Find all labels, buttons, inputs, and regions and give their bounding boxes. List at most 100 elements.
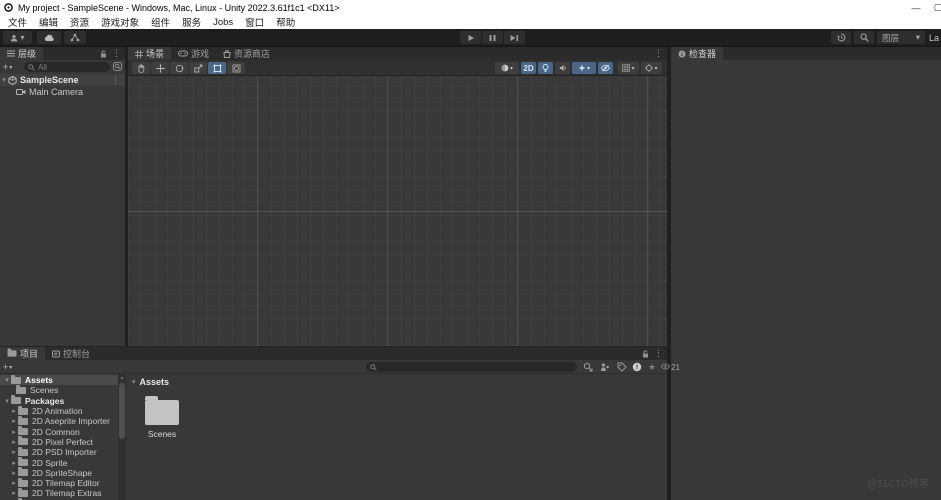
caret-right-icon[interactable]: ▸ [10, 489, 18, 497]
tree-item-package[interactable]: ▸ 2D SpriteShape [0, 467, 118, 478]
tab-asset-store[interactable]: 资源商店 [216, 47, 277, 60]
search-icon [859, 33, 869, 42]
menu-component[interactable]: 组件 [145, 15, 176, 29]
view-hand-tool[interactable] [132, 62, 150, 74]
version-control-button[interactable] [64, 31, 86, 44]
menu-window[interactable]: 窗口 [239, 15, 270, 29]
account-dropdown[interactable]: ▾ [3, 31, 32, 44]
menu-jobs[interactable]: Jobs [207, 17, 239, 28]
scrollbar-thumb[interactable] [119, 383, 125, 439]
project-search-input[interactable] [366, 362, 577, 372]
grid-visibility-dropdown[interactable]: ▾ [618, 62, 639, 74]
undo-history-button[interactable] [831, 31, 851, 44]
folder-icon [18, 405, 28, 415]
layers-dropdown[interactable]: 图层 ▾ [877, 31, 925, 44]
tree-item-assets[interactable]: ▾ Assets [0, 374, 118, 386]
filter-by-type-icon[interactable] [600, 362, 610, 372]
kebab-menu-icon[interactable]: ⋮ [654, 349, 663, 358]
effects-dropdown[interactable]: ▾ [572, 62, 596, 74]
tree-item-package[interactable]: ▸ 2D Aseprite Importer [0, 415, 118, 426]
tab-project[interactable]: 项目 [0, 347, 46, 360]
tree-item-package[interactable]: ▸ 2D Tilemap Editor [0, 477, 118, 489]
gamepad-icon [178, 50, 189, 57]
tree-item-scenes[interactable]: Scenes [0, 384, 118, 395]
pause-button[interactable] [482, 31, 503, 44]
tree-item-packages[interactable]: ▾ Packages [0, 395, 118, 406]
audio-toggle[interactable] [555, 62, 570, 74]
hidden-packages-eye-icon[interactable] [661, 363, 670, 370]
2d-toggle[interactable]: 2D [521, 62, 536, 74]
scene-viewport[interactable] [128, 76, 667, 346]
caret-down-icon[interactable]: ▾ [132, 378, 136, 386]
lock-icon[interactable] [642, 349, 649, 358]
open-in-search-icon[interactable] [583, 362, 593, 372]
menu-help[interactable]: 帮助 [270, 15, 301, 29]
caret-right-icon[interactable]: ▸ [10, 428, 18, 436]
tree-scrollbar[interactable]: ▲ [118, 374, 126, 500]
gizmos-dropdown[interactable]: ▾ [641, 62, 662, 74]
tab-scene[interactable]: 场景 [128, 47, 172, 60]
search-options-icon[interactable] [113, 62, 122, 71]
transform-tool[interactable] [227, 62, 245, 74]
rect-tool[interactable] [208, 62, 226, 74]
filter-by-label-icon[interactable] [617, 362, 627, 372]
tree-item-package[interactable]: ▸ 2D Animation [0, 405, 118, 417]
menu-services[interactable]: 服务 [176, 15, 207, 29]
lock-icon[interactable] [100, 49, 107, 58]
gameobject-row-main-camera[interactable]: Main Camera [0, 86, 125, 97]
global-search-button[interactable] [854, 31, 874, 44]
layout-dropdown-partial[interactable]: La [929, 33, 939, 43]
content-breadcrumb[interactable]: Assets [140, 377, 170, 387]
menu-gameobject[interactable]: 游戏对象 [95, 15, 145, 29]
tree-item-package[interactable]: ▸ 2D Pixel Perfect [0, 436, 118, 447]
asset-item-scenes[interactable]: Scenes [140, 396, 184, 439]
caret-right-icon[interactable]: ▸ [10, 479, 18, 487]
menu-assets[interactable]: 资源 [64, 15, 95, 29]
tree-item-package[interactable]: ▸ 2D Common [0, 426, 118, 437]
maximize-button[interactable]: ▢ [927, 0, 941, 15]
preset-icon[interactable] [632, 362, 642, 372]
scale-tool[interactable] [189, 62, 207, 74]
tab-console[interactable]: 控制台 [45, 347, 97, 360]
hierarchy-search-input[interactable]: All [24, 62, 110, 72]
create-asset-button[interactable]: + ▾ [3, 362, 12, 372]
tree-item-package[interactable]: ▸ 2D Tilemap Extras [0, 487, 118, 498]
caret-right-icon[interactable]: ▸ [10, 438, 18, 446]
caret-right-icon[interactable]: ▸ [10, 448, 18, 456]
layers-label: 图层 [882, 32, 900, 43]
tab-game[interactable]: 游戏 [171, 47, 216, 60]
step-button[interactable] [504, 31, 525, 44]
caret-right-icon[interactable]: ▸ [10, 407, 18, 415]
tab-hierarchy[interactable]: 层级 [0, 47, 44, 60]
menu-file[interactable]: 文件 [2, 15, 33, 29]
scroll-up-icon[interactable]: ▲ [119, 374, 125, 382]
kebab-menu-icon[interactable]: ⋮ [112, 49, 121, 58]
caret-right-icon[interactable]: ▸ [10, 469, 18, 477]
draw-mode-dropdown[interactable]: ▾ [495, 62, 519, 74]
cloud-button[interactable] [37, 31, 61, 44]
tree-label: 2D Tilemap Editor [32, 478, 100, 489]
minimize-button[interactable]: — [905, 0, 927, 15]
tree-item-package[interactable]: ▸ 2D PSD Importer [0, 446, 118, 457]
gizmo-target-icon [645, 64, 654, 72]
favorite-star-icon[interactable]: ★ [648, 362, 656, 372]
caret-down-icon[interactable]: ▾ [3, 376, 11, 384]
menu-edit[interactable]: 编辑 [33, 15, 64, 29]
caret-down-icon[interactable]: ▾ [3, 397, 11, 405]
rotate-tool[interactable] [170, 62, 188, 74]
play-button[interactable] [460, 31, 481, 44]
caret-right-icon[interactable]: ▸ [10, 459, 18, 467]
caret-right-icon[interactable]: ▸ [10, 417, 18, 425]
scene-visibility-toggle[interactable] [598, 62, 613, 74]
tree-label: 2D Animation [32, 406, 83, 417]
kebab-menu-icon[interactable]: ⋮ [654, 49, 663, 58]
tree-item-package[interactable]: ▸ 2D Sprite [0, 457, 118, 468]
create-object-button[interactable]: + ▾ [3, 62, 12, 72]
caret-down-icon: ▾ [654, 65, 658, 72]
lighting-toggle[interactable] [538, 62, 553, 74]
tab-inspector[interactable]: 检查器 [671, 47, 724, 60]
scene-header-row[interactable]: ▾ SampleScene ⋮ [0, 74, 125, 86]
kebab-menu-icon[interactable]: ⋮ [111, 75, 120, 85]
move-tool[interactable] [151, 62, 169, 74]
caret-down-icon[interactable]: ▾ [0, 76, 8, 84]
